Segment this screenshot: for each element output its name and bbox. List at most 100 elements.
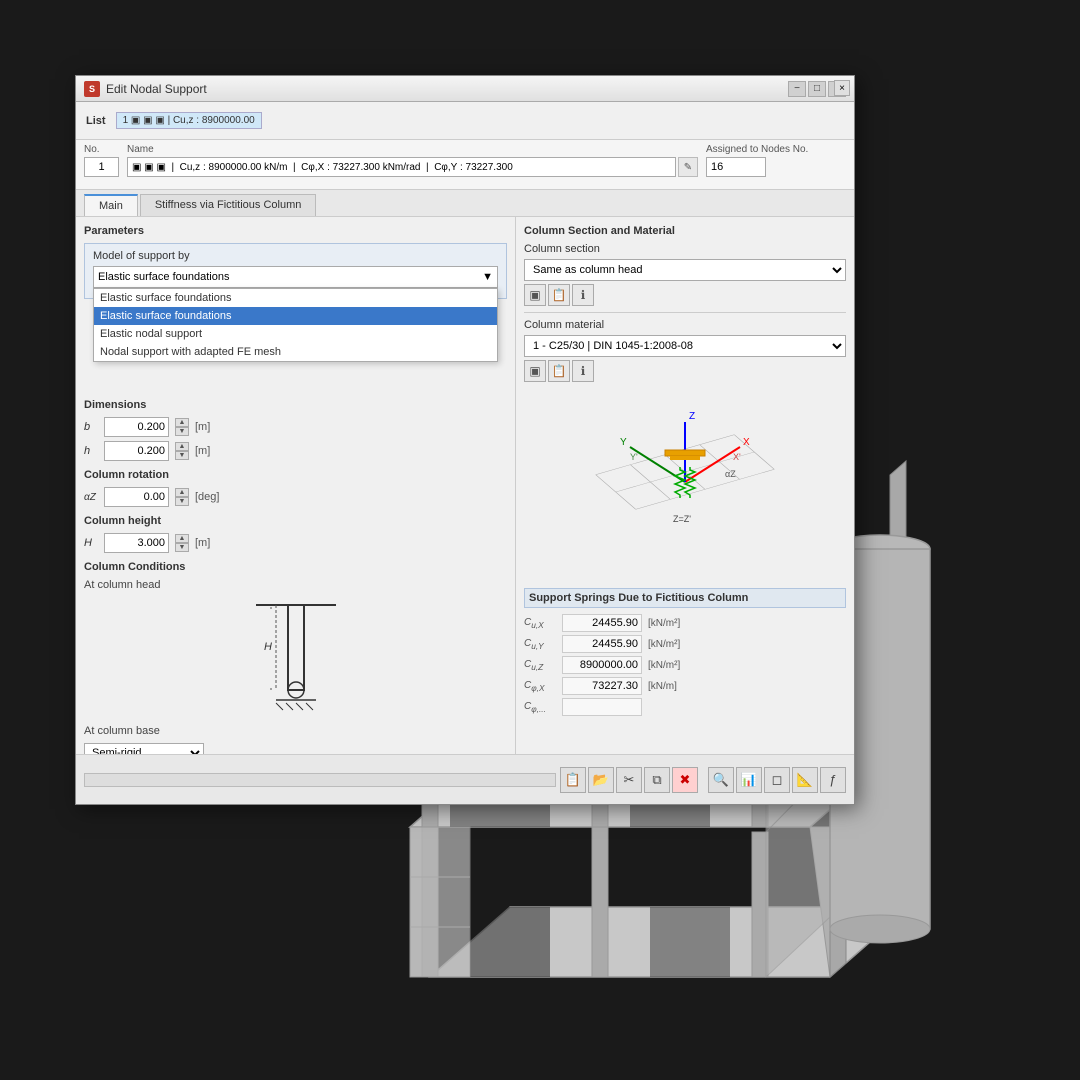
rotation-row: αZ ▲ ▼ [deg] [84,487,507,507]
dim-h-down[interactable]: ▼ [175,451,189,460]
app-icon: S [84,81,100,97]
col-section-icon1[interactable]: ▣ [524,284,546,306]
toolbar-btn-copy[interactable]: ⧉ [644,767,670,793]
model-dropdown-container: Elastic surface foundations ▼ Elastic su… [93,266,498,288]
dialog-title: Edit Nodal Support [106,82,207,96]
rotation-unit: [deg] [195,491,219,503]
col-section-select[interactable]: Same as column head [524,259,846,281]
spring-cpx-label: Cφ,X [524,680,556,693]
name-input[interactable] [127,157,676,177]
tabs-row: Main Stiffness via Fictitious Column [76,190,854,217]
tab-main[interactable]: Main [84,194,138,216]
dim-h-label: h [84,445,98,457]
column-diagram: H [84,595,507,725]
height-input[interactable] [104,533,169,553]
height-row: H ▲ ▼ [m] [84,533,507,553]
dimensions-section: Dimensions b ▲ ▼ [m] h ▲ ▼ [84,399,507,461]
toolbar-btn-delete[interactable]: ✖ [672,767,698,793]
toolbar-btn-open[interactable]: 📂 [588,767,614,793]
toolbar-btn-new[interactable]: 📋 [560,767,586,793]
assigned-input[interactable] [706,157,766,177]
spring-cuz-unit: [kN/m²] [648,660,680,671]
at-col-head-label: At column head [84,579,507,591]
col-section-title: Column Section and Material [524,225,846,237]
toolbar-btn-func[interactable]: ƒ [820,767,846,793]
no-input[interactable] [84,157,119,177]
name-edit-btn[interactable]: ✎ [678,157,698,177]
svg-text:Y': Y' [630,452,638,462]
col-section-icon3[interactable]: ℹ [572,284,594,306]
maximize-button[interactable]: □ [808,81,826,97]
dim-b-down[interactable]: ▼ [175,427,189,436]
dropdown-arrow-icon: ▼ [482,271,493,283]
col-section-group: Column Section and Material Column secti… [524,225,846,382]
minimize-button[interactable]: − [788,81,806,97]
model-dropdown[interactable]: Elastic surface foundations ▼ [93,266,498,288]
col-section-label: Column section [524,243,846,255]
model-section: Model of support by Elastic surface foun… [84,243,507,299]
list-item[interactable]: 1 ▣ ▣ ▣ | Cu,z : 8900000.00 [116,112,262,129]
svg-text:Z: Z [689,411,695,422]
toolbar-btn-grid[interactable]: ◻ [764,767,790,793]
rotation-section: Column rotation αZ ▲ ▼ [deg] [84,469,507,507]
toolbar-icons: 📋 📂 ✂ ⧉ ✖ 🔍 📊 ◻ 📐 ƒ [560,767,846,793]
dim-b-input[interactable] [104,417,169,437]
col-material-icon2[interactable]: 📋 [548,360,570,382]
col-material-dropdown-wrap: 1 - C25/30 | DIN 1045-1:2008-08 [524,335,846,357]
conditions-title: Column Conditions [84,561,507,573]
rotation-label: αZ [84,492,98,503]
svg-text:αZ: αZ [725,469,736,479]
option-nsa[interactable]: Nodal support with adapted FE mesh [94,343,497,361]
dim-b-unit: [m] [195,421,210,433]
col-material-icon3[interactable]: ℹ [572,360,594,382]
spring-cux-unit: [kN/m²] [648,618,680,629]
spring-cux-input[interactable] [562,614,642,632]
edit-nodal-support-dialog: S Edit Nodal Support − □ × List 1 ▣ ▣ ▣ … [75,75,855,805]
col-material-icon1[interactable]: ▣ [524,360,546,382]
toolbar-spacer [700,767,706,793]
spring-cuz-input[interactable] [562,656,642,674]
toolbar-btn-cut[interactable]: ✂ [616,767,642,793]
option-esf2[interactable]: Elastic surface foundations [94,307,497,325]
horizontal-scrollbar[interactable] [84,773,556,787]
height-up[interactable]: ▲ [175,534,189,543]
springs-title: Support Springs Due to Fictitious Column [524,588,846,608]
spring-cpx-input[interactable] [562,677,642,695]
springs-section: Support Springs Due to Fictitious Column… [524,588,846,716]
tab-stiffness[interactable]: Stiffness via Fictitious Column [140,194,317,216]
spring-cpx-unit: [kN/m] [648,681,677,692]
col-section-icons: ▣ 📋 ℹ [524,284,846,306]
bottom-toolbar: 📋 📂 ✂ ⧉ ✖ 🔍 📊 ◻ 📐 ƒ [76,754,854,804]
spring-row-cuy: Cu,Y [kN/m²] [524,635,846,653]
svg-text:Z=Z': Z=Z' [673,514,691,524]
dimensions-title: Dimensions [84,399,507,411]
option-ens[interactable]: Elastic nodal support [94,325,497,343]
model-dropdown-value: Elastic surface foundations [98,271,229,283]
spring-cuy-input[interactable] [562,635,642,653]
toolbar-btn-ruler[interactable]: 📐 [792,767,818,793]
dim-h-input[interactable] [104,441,169,461]
toolbar-btn-zoom[interactable]: 🔍 [708,767,734,793]
toolbar-btn-chart[interactable]: 📊 [736,767,762,793]
height-down[interactable]: ▼ [175,543,189,552]
spring-cpy-input[interactable] [562,698,642,716]
col-material-select[interactable]: 1 - C25/30 | DIN 1045-1:2008-08 [524,335,846,357]
spring-cuy-unit: [kN/m²] [648,639,680,650]
header-row: No. Name ✎ Assigned to Nodes No. × [76,140,854,190]
header-close-btn[interactable]: × [834,80,850,96]
col-section-icon2[interactable]: 📋 [548,284,570,306]
params-title: Parameters [84,225,507,237]
rotation-input[interactable] [104,487,169,507]
dim-h-up[interactable]: ▲ [175,442,189,451]
dim-b-row: b ▲ ▼ [m] [84,417,507,437]
title-bar-left: S Edit Nodal Support [84,81,207,97]
spring-cuz-label: Cu,Z [524,659,556,672]
list-label: List [76,115,116,127]
dim-b-up[interactable]: ▲ [175,418,189,427]
no-label: No. [84,144,119,155]
rotation-up[interactable]: ▲ [175,488,189,497]
no-field: No. [84,144,119,185]
option-esf1[interactable]: Elastic surface foundations [94,289,497,307]
dim-b-stepper: ▲ ▼ [175,418,189,436]
rotation-down[interactable]: ▼ [175,497,189,506]
